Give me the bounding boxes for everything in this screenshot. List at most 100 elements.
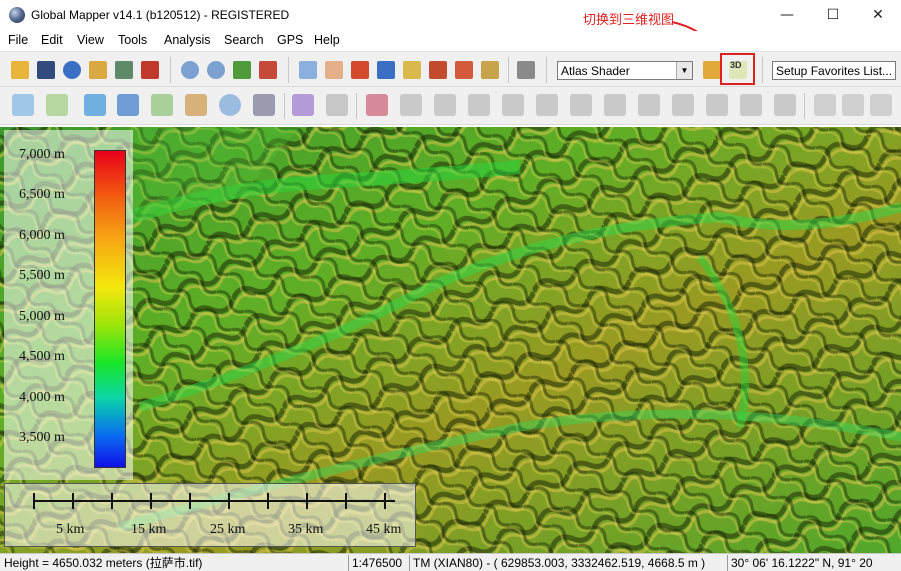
menu-edit[interactable]: Edit bbox=[41, 33, 63, 47]
shader-select-value: Atlas Shader bbox=[561, 64, 630, 78]
tool-icon bbox=[870, 94, 892, 116]
map-view[interactable]: 7,000 m 6,500 m 6,000 m 5,500 m 5,000 m … bbox=[0, 127, 901, 553]
3d-path-button[interactable] bbox=[514, 58, 538, 82]
menu-view[interactable]: View bbox=[77, 33, 104, 47]
scale-label: 25 km bbox=[210, 522, 246, 537]
home-button[interactable] bbox=[256, 58, 280, 82]
document-icon bbox=[89, 61, 107, 79]
disabled-tool-9[interactable] bbox=[668, 90, 698, 120]
status-separator bbox=[409, 555, 410, 571]
disabled-tool-15[interactable] bbox=[866, 90, 896, 120]
menu-gps[interactable]: GPS bbox=[277, 33, 303, 47]
status-height: Height = 4650.032 meters (拉萨市.tif) bbox=[4, 556, 203, 570]
zoom-out-button[interactable] bbox=[204, 58, 228, 82]
code-button[interactable] bbox=[181, 90, 211, 120]
info-icon bbox=[377, 61, 395, 79]
disabled-tool-6[interactable] bbox=[566, 90, 596, 120]
tool-icon bbox=[468, 94, 490, 116]
menu-file[interactable]: File bbox=[8, 33, 28, 47]
full-view-icon bbox=[233, 61, 251, 79]
scale-tick bbox=[33, 493, 35, 509]
insert-icon bbox=[326, 94, 348, 116]
digitizer-button[interactable] bbox=[452, 58, 476, 82]
print-button[interactable] bbox=[86, 58, 110, 82]
minimize-button[interactable]: — bbox=[764, 0, 810, 31]
volume-button[interactable] bbox=[478, 58, 502, 82]
disabled-tool-8[interactable] bbox=[634, 90, 664, 120]
insert-vertex-button[interactable] bbox=[322, 90, 352, 120]
create-area-button[interactable] bbox=[8, 90, 38, 120]
disabled-tool-11[interactable] bbox=[736, 90, 766, 120]
separator bbox=[546, 57, 547, 83]
select-icon bbox=[292, 94, 314, 116]
elevation-legend: 7,000 m 6,500 m 6,000 m 5,500 m 5,000 m … bbox=[4, 130, 133, 480]
grid-button[interactable] bbox=[249, 90, 279, 120]
pan-tool-button[interactable] bbox=[322, 58, 346, 82]
config-button[interactable] bbox=[138, 58, 162, 82]
tool-icon bbox=[638, 94, 660, 116]
disabled-tool-10[interactable] bbox=[702, 90, 732, 120]
feature-info-button[interactable] bbox=[374, 58, 398, 82]
path-profile-button[interactable] bbox=[400, 58, 424, 82]
legend-label: 4,500 m bbox=[19, 349, 65, 364]
cut-fill-icon bbox=[481, 61, 499, 79]
select-vertex-button[interactable] bbox=[288, 90, 318, 120]
disabled-tool-4[interactable] bbox=[498, 90, 528, 120]
zoom-in-button[interactable] bbox=[178, 58, 202, 82]
edit-vertices-button[interactable] bbox=[147, 90, 177, 120]
disabled-tool-3[interactable] bbox=[464, 90, 494, 120]
zoom-tool-button[interactable] bbox=[296, 58, 320, 82]
export-button[interactable] bbox=[112, 58, 136, 82]
buffer-button[interactable] bbox=[215, 90, 245, 120]
measure-button[interactable] bbox=[348, 58, 372, 82]
home-icon bbox=[259, 61, 277, 79]
legend-label: 4,000 m bbox=[19, 390, 65, 405]
shader-select[interactable]: Atlas Shader ▼ bbox=[557, 61, 693, 80]
line-icon bbox=[46, 94, 68, 116]
arch-icon bbox=[517, 61, 535, 79]
folder-icon bbox=[11, 61, 29, 79]
menu-search[interactable]: Search bbox=[224, 33, 264, 47]
chevron-down-icon[interactable]: ▼ bbox=[676, 62, 692, 79]
close-button[interactable]: ✕ bbox=[855, 0, 901, 31]
disabled-tool-12[interactable] bbox=[770, 90, 800, 120]
menu-bar: File Edit View Tools Analysis Search GPS… bbox=[0, 31, 901, 51]
menu-analysis[interactable]: Analysis bbox=[164, 33, 211, 47]
open-button[interactable] bbox=[8, 58, 32, 82]
status-projection: TM (XIAN80) - ( 629853.003, 3332462.519,… bbox=[413, 556, 706, 570]
menu-tools[interactable]: Tools bbox=[118, 33, 147, 47]
disk-icon bbox=[37, 61, 55, 79]
online-data-button[interactable] bbox=[60, 58, 84, 82]
scale-label: 15 km bbox=[131, 522, 167, 537]
code-icon bbox=[185, 94, 207, 116]
zoom-full-button[interactable] bbox=[230, 58, 254, 82]
tool-icon bbox=[814, 94, 836, 116]
favorites-list[interactable]: Setup Favorites List... bbox=[772, 61, 896, 80]
digitizer-toolbar bbox=[0, 87, 901, 125]
disabled-tool-2[interactable] bbox=[430, 90, 460, 120]
disabled-tool-13[interactable] bbox=[810, 90, 840, 120]
tool-icon bbox=[842, 94, 864, 116]
menu-help[interactable]: Help bbox=[314, 33, 340, 47]
profile-icon bbox=[403, 61, 421, 79]
contour-button[interactable] bbox=[113, 90, 143, 120]
disabled-tool-5[interactable] bbox=[532, 90, 562, 120]
scale-tick bbox=[111, 493, 113, 509]
ruler-icon bbox=[351, 61, 369, 79]
view-shed-button[interactable] bbox=[426, 58, 450, 82]
legend-label: 5,500 m bbox=[19, 268, 65, 283]
window-title: Global Mapper v14.1 (b120512) - REGISTER… bbox=[31, 8, 290, 22]
disabled-tool-1[interactable] bbox=[396, 90, 426, 120]
create-point-button[interactable] bbox=[80, 90, 110, 120]
maximize-button[interactable]: ☐ bbox=[810, 0, 856, 31]
create-line-button[interactable] bbox=[42, 90, 72, 120]
disabled-tool-7[interactable] bbox=[600, 90, 630, 120]
save-button[interactable] bbox=[34, 58, 58, 82]
legend-label: 5,000 m bbox=[19, 309, 65, 324]
tool-icon bbox=[570, 94, 592, 116]
measure-line-button[interactable] bbox=[362, 90, 392, 120]
disabled-tool-14[interactable] bbox=[838, 90, 868, 120]
separator bbox=[762, 57, 763, 83]
hand-icon bbox=[325, 61, 343, 79]
contour-icon bbox=[117, 94, 139, 116]
